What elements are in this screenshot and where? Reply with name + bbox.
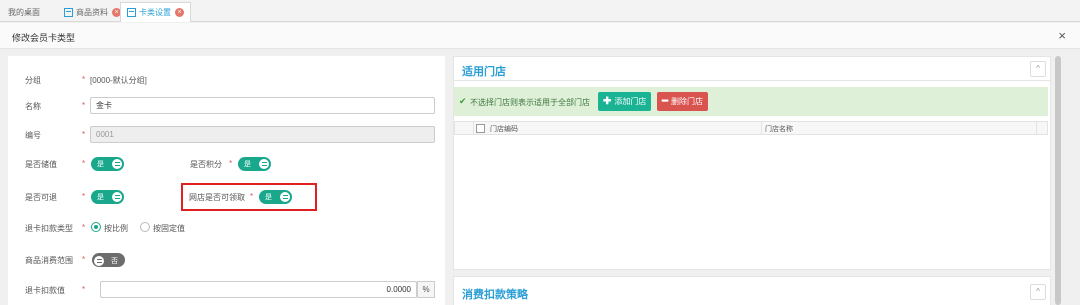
toggle-text: 是	[97, 161, 104, 168]
tab-label: 我的桌面	[8, 7, 40, 17]
stored-value-label: 是否储值	[25, 160, 57, 169]
column-divider	[761, 122, 762, 134]
name-label: 名称	[25, 102, 41, 111]
required-mark: *	[82, 101, 86, 110]
required-mark: *	[82, 223, 86, 232]
required-mark: *	[229, 159, 233, 168]
toggle-knob-icon	[112, 159, 122, 169]
toggle-knob-icon	[94, 256, 104, 266]
member-card-form: 分组 * [0000-默认分组] 名称 * 金卡 编号 * 0001 是否储值 …	[8, 56, 445, 305]
column-store-code[interactable]: 门店编码	[490, 124, 518, 134]
refund-amount-label: 退卡扣款值	[25, 286, 65, 295]
points-label: 是否积分	[190, 160, 222, 169]
add-store-label: 添加门店	[614, 97, 647, 106]
column-divider	[473, 122, 474, 134]
add-store-button[interactable]: ✚ 添加门店	[598, 92, 652, 111]
check-icon: ✔	[459, 96, 467, 106]
required-mark: *	[82, 285, 86, 294]
delete-store-label: 删除门店	[671, 97, 704, 106]
refund-type-label: 退卡扣款类型	[25, 224, 73, 233]
minus-icon: ━	[662, 96, 669, 107]
dialog-header: 修改会员卡类型 ×	[0, 23, 1080, 49]
tab-card-settings[interactable]: 卡类设置 ×	[120, 2, 191, 22]
tab-products[interactable]: 商品资料 ×	[58, 2, 127, 22]
toggle-text: 否	[111, 258, 118, 265]
table-icon	[64, 7, 73, 17]
collapse-icon[interactable]: ^	[1030, 61, 1046, 77]
page-scrollbar[interactable]	[1055, 56, 1061, 305]
select-all-checkbox[interactable]	[476, 124, 485, 133]
toggle-text: 是	[97, 194, 104, 201]
group-value: [0000-默认分组]	[90, 76, 147, 85]
tab-bar: 我的桌面 商品资料 × 卡类设置 ×	[0, 0, 1080, 22]
consume-range-toggle[interactable]: 否	[92, 253, 125, 267]
radio-by-ratio-label: 按比例	[104, 224, 128, 233]
close-icon[interactable]: ×	[1058, 28, 1066, 43]
stores-panel-title: 适用门店	[462, 66, 506, 78]
tab-desktop[interactable]: 我的桌面	[2, 2, 46, 22]
page-title: 修改会员卡类型	[12, 33, 76, 43]
code-label: 编号	[25, 131, 41, 140]
toggle-knob-icon	[112, 192, 122, 202]
tab-label: 卡类设置	[139, 8, 171, 17]
required-mark: *	[82, 75, 86, 84]
stores-notice: ✔ 不选择门店则表示适用于全部门店	[454, 87, 1048, 116]
group-label: 分组	[25, 76, 41, 85]
tab-label: 商品资料	[76, 7, 108, 17]
stores-notice-text: 不选择门店则表示适用于全部门店	[470, 98, 590, 107]
close-icon[interactable]: ×	[175, 8, 184, 17]
plus-icon: ✚	[603, 96, 612, 107]
radio-by-ratio[interactable]	[91, 222, 101, 232]
code-input[interactable]: 0001	[90, 126, 435, 143]
radio-fixed-value-label: 按固定值	[153, 224, 185, 233]
required-mark: *	[82, 255, 86, 264]
radio-fixed-value[interactable]	[140, 222, 150, 232]
column-store-name[interactable]: 门店名称	[765, 124, 793, 134]
toggle-text: 是	[244, 161, 251, 168]
required-mark: *	[82, 192, 86, 201]
grid-scroll-header	[1037, 121, 1048, 135]
highlight-box	[181, 183, 317, 211]
refundable-toggle[interactable]: 是	[91, 190, 124, 204]
strategy-panel: 消费扣款策略 ^	[453, 276, 1051, 305]
collapse-icon[interactable]: ^	[1030, 284, 1046, 300]
strategy-panel-header: 消费扣款策略 ^	[454, 277, 1050, 305]
stored-value-toggle[interactable]: 是	[91, 157, 124, 171]
required-mark: *	[82, 159, 86, 168]
refundable-label: 是否可退	[25, 193, 57, 202]
percent-addon: %	[417, 281, 435, 298]
refund-amount-input[interactable]: 0.0000	[100, 281, 417, 298]
name-input[interactable]: 金卡	[90, 97, 435, 114]
table-icon	[127, 8, 136, 17]
strategy-panel-title: 消费扣款策略	[462, 289, 528, 301]
stores-grid-header: 门店编码 门店名称	[454, 121, 1037, 135]
points-toggle[interactable]: 是	[238, 157, 271, 171]
toggle-knob-icon	[259, 159, 269, 169]
required-mark: *	[82, 130, 86, 139]
delete-store-button[interactable]: ━ 删除门店	[657, 92, 709, 111]
consume-range-label: 商品消费范围	[25, 256, 73, 265]
stores-panel-header: 适用门店 ^	[454, 57, 1050, 81]
